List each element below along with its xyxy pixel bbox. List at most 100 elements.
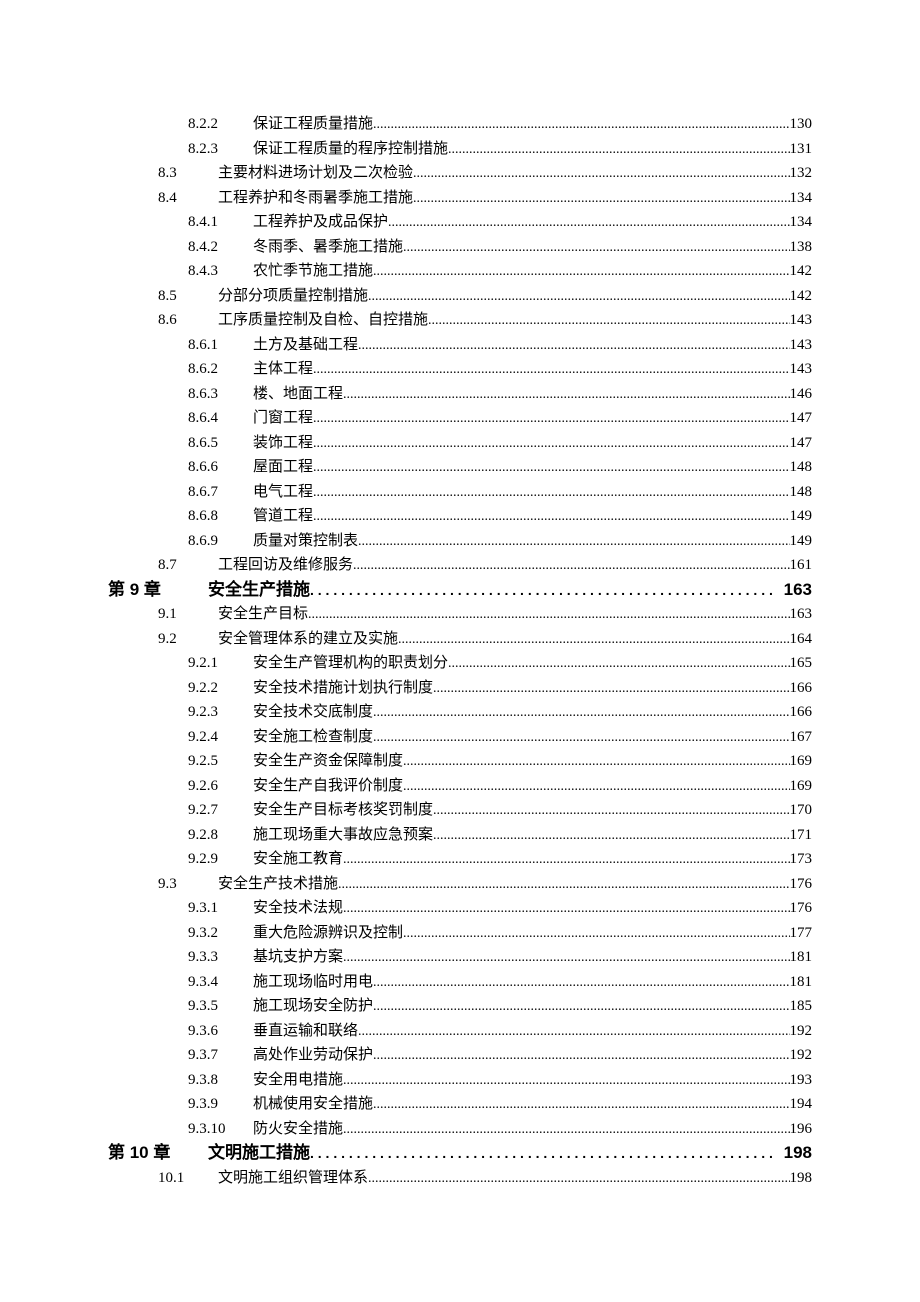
toc-entry-page: 166: [790, 700, 813, 725]
toc-entry-number: 9.3.3: [188, 945, 253, 970]
toc-entry-title: 装饰工程: [253, 431, 313, 456]
toc-entry-title: 安全用电措施: [253, 1068, 343, 1093]
toc-leader-dots: [373, 971, 789, 986]
toc-entry-number: 8.4: [158, 186, 218, 211]
toc-entry-number: 9.2.7: [188, 798, 253, 823]
toc-entry: 第 10 章文明施工措施198: [108, 1141, 812, 1166]
toc-entry-title: 管道工程: [253, 504, 313, 529]
toc-entry-title: 安全生产自我评价制度: [253, 774, 403, 799]
toc-entry-title: 安全生产资金保障制度: [253, 749, 403, 774]
toc-entry-title: 文明施工措施: [208, 1141, 310, 1166]
toc-leader-dots: [373, 260, 789, 275]
toc-entry-title: 工程养护及成品保护: [253, 210, 388, 235]
toc-entry-number: 9.3.6: [188, 1019, 253, 1044]
toc-leader-dots: [413, 162, 789, 177]
toc-entry-title: 冬雨季、暑季施工措施: [253, 235, 403, 260]
toc-entry-number: 第 9 章: [108, 578, 208, 603]
toc-entry: 9.1安全生产目标163: [158, 602, 812, 627]
toc-entry-number: 8.3: [158, 161, 218, 186]
toc-entry: 9.2.3安全技术交底制度166: [188, 700, 812, 725]
toc-entry-page: 196: [790, 1117, 813, 1142]
toc-entry: 8.6.2主体工程143: [188, 357, 812, 382]
toc-entry-title: 分部分项质量控制措施: [218, 284, 368, 309]
toc-leader-dots: [373, 701, 789, 716]
toc-entry: 9.2.6安全生产自我评价制度169: [188, 774, 812, 799]
toc-leader-dots: [358, 1020, 789, 1035]
toc-entry: 9.2.1安全生产管理机构的职责划分165: [188, 651, 812, 676]
toc-entry-number: 9.2: [158, 627, 218, 652]
toc-entry-number: 8.5: [158, 284, 218, 309]
toc-entry-number: 9.3.5: [188, 994, 253, 1019]
toc-leader-dots: [343, 1118, 789, 1133]
toc-entry: 9.3.6垂直运输和联络 192: [188, 1019, 812, 1044]
toc-leader-dots: [313, 432, 789, 447]
toc-leader-dots: [403, 236, 789, 251]
toc-leader-dots: [313, 505, 789, 520]
toc-entry-title: 安全生产目标考核奖罚制度: [253, 798, 433, 823]
toc-entry-page: 169: [790, 749, 813, 774]
toc-entry-title: 基坑支护方案: [253, 945, 343, 970]
toc-entry: 8.6.7电气工程148: [188, 480, 812, 505]
toc-entry: 第 9 章安全生产措施163: [108, 578, 812, 603]
toc-leader-dots: [313, 456, 789, 471]
toc-leader-dots: [343, 383, 789, 398]
toc-leader-dots: [373, 995, 789, 1010]
toc-entry-page: 165: [790, 651, 813, 676]
toc-entry-title: 保证工程质量的程序控制措施: [253, 137, 448, 162]
toc-entry-title: 施工现场重大事故应急预案: [253, 823, 433, 848]
toc-entry-number: 8.6.7: [188, 480, 253, 505]
toc-leader-dots: [433, 799, 789, 814]
toc-entry-number: 8.6.5: [188, 431, 253, 456]
toc-entry-page: 192: [790, 1043, 813, 1068]
toc-entry-title: 安全技术交底制度: [253, 700, 373, 725]
toc-entry-title: 土方及基础工程: [253, 333, 358, 358]
toc-entry-page: 143: [790, 333, 813, 358]
toc-entry-page: 149: [790, 529, 813, 554]
toc-entry-number: 9.2.8: [188, 823, 253, 848]
toc-entry: 8.6.5装饰工程147: [188, 431, 812, 456]
toc-leader-dots: [358, 334, 789, 349]
toc-entry-page: 166: [790, 676, 813, 701]
toc-entry-page: 142: [790, 284, 813, 309]
toc-entry-page: 194: [790, 1092, 813, 1117]
toc-entry-page: 163: [784, 578, 812, 603]
toc-entry: 8.6.6屋面工程148: [188, 455, 812, 480]
toc-leader-dots: [373, 1093, 789, 1108]
toc-leader-dots: [313, 481, 789, 496]
toc-entry-title: 门窗工程: [253, 406, 313, 431]
toc-entry-number: 8.7: [158, 553, 218, 578]
toc-entry-title: 工程回访及维修服务: [218, 553, 353, 578]
toc-entry-number: 9.3.4: [188, 970, 253, 995]
toc-entry-title: 垂直运输和联络: [253, 1019, 358, 1044]
toc-entry: 9.2.5安全生产资金保障制度169: [188, 749, 812, 774]
toc-entry-title: 安全生产目标: [218, 602, 308, 627]
toc-entry-number: 8.4.2: [188, 235, 253, 260]
toc-entry-page: 177: [790, 921, 813, 946]
toc-leader-dots: [403, 922, 789, 937]
toc-entry-number: 8.2.3: [188, 137, 253, 162]
toc-entry-page: 143: [790, 308, 813, 333]
toc-entry-number: 9.3.10: [188, 1117, 253, 1142]
toc-entry: 8.6.1土方及基础工程143: [188, 333, 812, 358]
table-of-contents: 8.2.2保证工程质量措施1308.2.3保证工程质量的程序控制措施1318.3…: [108, 112, 812, 1190]
toc-entry: 9.2.8施工现场重大事故应急预案171: [188, 823, 812, 848]
toc-entry-number: 9.2.9: [188, 847, 253, 872]
toc-entry: 9.3.5施工现场安全防护185: [188, 994, 812, 1019]
toc-entry-page: 192: [790, 1019, 813, 1044]
toc-entry: 9.2.9安全施工教育173: [188, 847, 812, 872]
toc-entry-title: 机械使用安全措施: [253, 1092, 373, 1117]
toc-entry-number: 10.1: [158, 1166, 218, 1191]
toc-entry: 9.2安全管理体系的建立及实施164: [158, 627, 812, 652]
toc-entry-title: 楼、地面工程: [253, 382, 343, 407]
toc-entry-page: 134: [790, 210, 813, 235]
toc-entry-title: 安全管理体系的建立及实施: [218, 627, 398, 652]
toc-leader-dots: [310, 578, 784, 595]
toc-entry-page: 169: [790, 774, 813, 799]
toc-entry-title: 安全施工检查制度: [253, 725, 373, 750]
toc-entry-title: 主要材料进场计划及二次检验: [218, 161, 413, 186]
toc-entry-page: 131: [790, 137, 813, 162]
toc-entry-page: 143: [790, 357, 813, 382]
toc-leader-dots: [428, 309, 789, 324]
toc-entry-page: 142: [790, 259, 813, 284]
toc-leader-dots: [343, 946, 789, 961]
